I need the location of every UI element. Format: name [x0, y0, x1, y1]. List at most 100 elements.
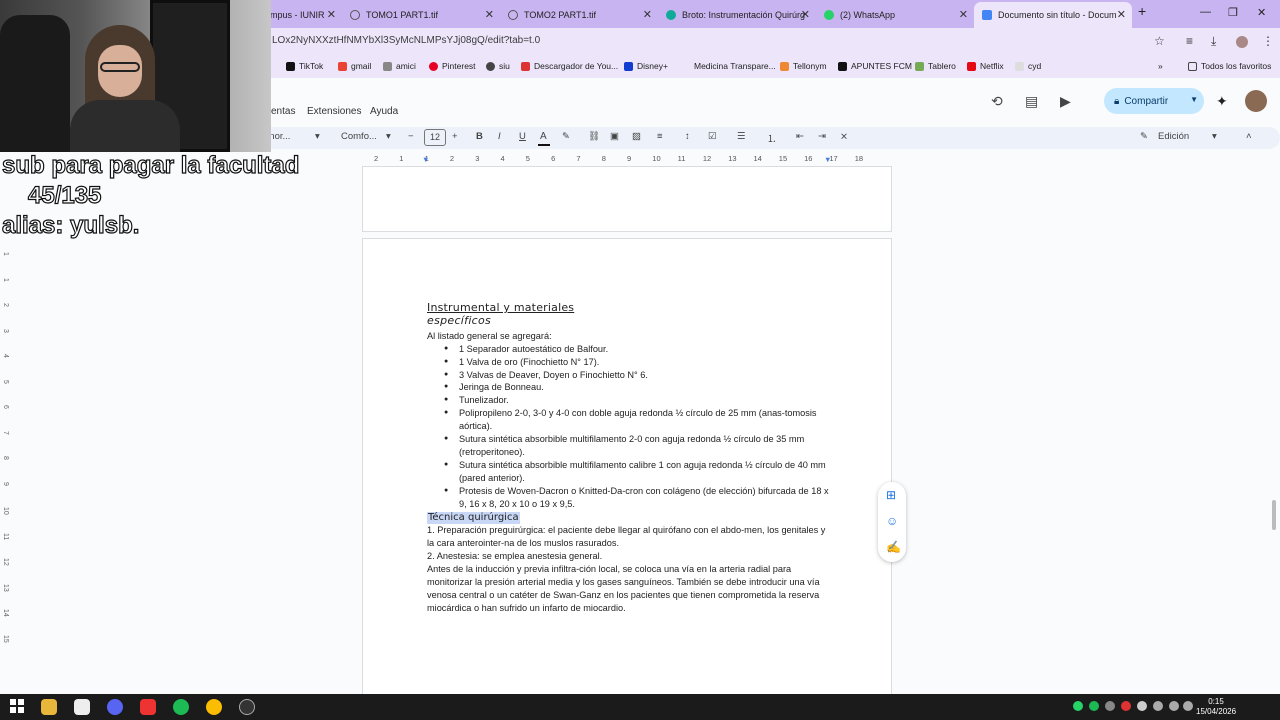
- bookmark-disney[interactable]: Disney+: [624, 61, 668, 71]
- bookmark-tiktok[interactable]: TikTok: [286, 61, 323, 71]
- download-icon[interactable]: ⤓: [1211, 34, 1216, 49]
- italic-button[interactable]: I: [498, 131, 501, 142]
- bold-button[interactable]: B: [476, 131, 483, 142]
- chevron-down-icon[interactable]: ▾: [1212, 131, 1217, 142]
- chrome-icon[interactable]: [206, 699, 222, 715]
- tab-broto[interactable]: Broto: Instrumentación Quirúrg ✕: [658, 4, 816, 26]
- minimize-button[interactable]: —: [1200, 6, 1211, 18]
- indent-icon[interactable]: ⇥: [818, 131, 826, 142]
- new-tab-button[interactable]: +: [1138, 3, 1146, 19]
- whatsapp-tray-icon[interactable]: [1073, 701, 1083, 711]
- spotify-icon[interactable]: [173, 699, 189, 715]
- system-clock[interactable]: 0:15 15/04/2026: [1196, 697, 1236, 717]
- spotify-tray-icon[interactable]: [1089, 701, 1099, 711]
- maximize-button[interactable]: ❐: [1228, 6, 1238, 19]
- font-size-input[interactable]: 12: [424, 129, 446, 146]
- add-comment-icon[interactable]: ⊞: [886, 488, 896, 502]
- menu-extensiones[interactable]: Extensiones: [307, 106, 361, 117]
- share-button[interactable]: 🔒︎ Compartir ▼: [1104, 88, 1204, 114]
- font-select[interactable]: Comfo...: [341, 131, 377, 142]
- bookmark-medicina[interactable]: Medicina Transpare...: [694, 61, 776, 71]
- gemini-icon[interactable]: ✦: [1216, 93, 1228, 110]
- battery-icon[interactable]: [1183, 701, 1193, 711]
- align-icon[interactable]: ≡: [657, 131, 663, 142]
- decrease-size-button[interactable]: −: [408, 131, 414, 142]
- close-icon[interactable]: ✕: [485, 8, 494, 21]
- bookmark-apuntes[interactable]: APUNTES FCM: [838, 61, 912, 71]
- image-icon[interactable]: ▨: [632, 131, 641, 142]
- right-indent-marker-icon[interactable]: ▼: [824, 155, 831, 164]
- bookmark-cyd[interactable]: cyd: [1015, 61, 1041, 71]
- close-icon[interactable]: ✕: [959, 8, 968, 21]
- clear-format-icon[interactable]: ⨯: [840, 131, 848, 142]
- mode-select[interactable]: Edición: [1158, 131, 1189, 142]
- history-icon[interactable]: ⟲: [991, 93, 1003, 110]
- app-icon[interactable]: [239, 699, 255, 715]
- add-comment-icon[interactable]: ▣: [610, 131, 619, 142]
- star-icon[interactable]: ☆: [1154, 34, 1165, 48]
- suggest-edit-icon[interactable]: ✍: [886, 540, 901, 554]
- calendar-app-icon[interactable]: [74, 699, 90, 715]
- horizontal-ruler[interactable]: 2 1 1 2 3 4 5 6 7 8 9 10 11 12 13 14 15 16 17 18 ▼ ▼: [362, 154, 892, 166]
- checklist-icon[interactable]: ☑: [708, 131, 717, 142]
- network-icon[interactable]: [1153, 701, 1163, 711]
- bookmark-tellonym[interactable]: Tellonym: [780, 61, 827, 71]
- emoji-icon[interactable]: ☺: [886, 514, 898, 528]
- app-icon[interactable]: [140, 699, 156, 715]
- vruler-tick: 1: [2, 252, 9, 256]
- line-spacing-icon[interactable]: ↕: [685, 131, 690, 142]
- chevron-up-icon[interactable]: ˄: [1246, 131, 1252, 142]
- all-bookmarks[interactable]: Todos los favoritos: [1188, 61, 1271, 71]
- chevron-down-icon[interactable]: ▾: [386, 131, 391, 142]
- bookmark-descargador[interactable]: Descargador de You...: [521, 61, 618, 71]
- bookmark-pinterest[interactable]: Pinterest: [429, 61, 476, 71]
- menu-icon[interactable]: ⋮: [1262, 34, 1274, 48]
- tab-tomo1[interactable]: TOMO1 PART1.tif ✕: [342, 4, 500, 26]
- indent-marker-icon[interactable]: ▼: [422, 155, 429, 164]
- close-icon[interactable]: ✕: [327, 8, 336, 21]
- link-icon[interactable]: ⛓: [588, 131, 600, 142]
- menu-herramientas[interactable]: entas: [271, 106, 295, 117]
- video-call-icon[interactable]: ▶: [1060, 93, 1071, 110]
- close-icon[interactable]: ✕: [643, 8, 652, 21]
- bookmark-amici[interactable]: amici: [383, 61, 416, 71]
- document-body[interactable]: Instrumental y materiales específicos Al…: [427, 301, 832, 615]
- gmail-icon: [338, 61, 347, 71]
- bookmark-siu[interactable]: siu: [486, 61, 510, 71]
- menu-ayuda[interactable]: Ayuda: [370, 106, 398, 117]
- app-icon[interactable]: [107, 699, 123, 715]
- tab-tomo2[interactable]: TOMO2 PART1.tif ✕: [500, 4, 658, 26]
- tray-icon[interactable]: [1121, 701, 1131, 711]
- numbered-list-icon[interactable]: ⒈: [767, 131, 777, 145]
- text-color-button[interactable]: A: [538, 131, 550, 146]
- close-window-button[interactable]: ✕: [1257, 6, 1266, 19]
- volume-icon[interactable]: [1169, 701, 1179, 711]
- increase-size-button[interactable]: +: [452, 131, 458, 142]
- tab-docs-active[interactable]: Documento sin título - Docum ✕: [974, 2, 1132, 28]
- chevron-down-icon[interactable]: ▼: [1190, 95, 1198, 104]
- comment-icon[interactable]: ▤: [1025, 93, 1038, 110]
- bookmark-netflix[interactable]: Netflix: [967, 61, 1004, 71]
- tray-icon[interactable]: [1105, 701, 1115, 711]
- bullet-list-icon[interactable]: ☰: [737, 131, 746, 142]
- profile-icon[interactable]: [1236, 36, 1248, 48]
- bookmark-gmail[interactable]: gmail: [338, 61, 371, 71]
- tray-icon[interactable]: [1137, 701, 1147, 711]
- bookmarks-more[interactable]: »: [1158, 61, 1163, 71]
- url-field[interactable]: LOx2NyNXXztHfNMYbXl3SyMcNLMPsYJj08gQ/edi…: [272, 35, 540, 46]
- highlight-icon[interactable]: ✎: [562, 131, 570, 142]
- windows-start-icon[interactable]: [10, 699, 26, 715]
- chevron-down-icon[interactable]: ▾: [315, 131, 320, 142]
- underline-button[interactable]: U: [519, 131, 526, 142]
- avatar[interactable]: [1245, 90, 1267, 112]
- outdent-icon[interactable]: ⇤: [796, 131, 804, 142]
- tab-campus[interactable]: mpus - IUNIR ✕: [262, 4, 342, 26]
- tune-icon[interactable]: ≡: [1186, 34, 1193, 48]
- close-icon[interactable]: ✕: [801, 8, 810, 21]
- vertical-ruler[interactable]: 1 1 2 3 4 5 6 7 8 9 10 11 12 13 14 15: [0, 170, 12, 690]
- bookmark-tablero[interactable]: Tablero: [915, 61, 956, 71]
- close-icon[interactable]: ✕: [1117, 8, 1126, 21]
- tab-whatsapp[interactable]: (2) WhatsApp ✕: [816, 4, 974, 26]
- file-explorer-icon[interactable]: [41, 699, 57, 715]
- scrollbar-thumb[interactable]: [1272, 500, 1276, 530]
